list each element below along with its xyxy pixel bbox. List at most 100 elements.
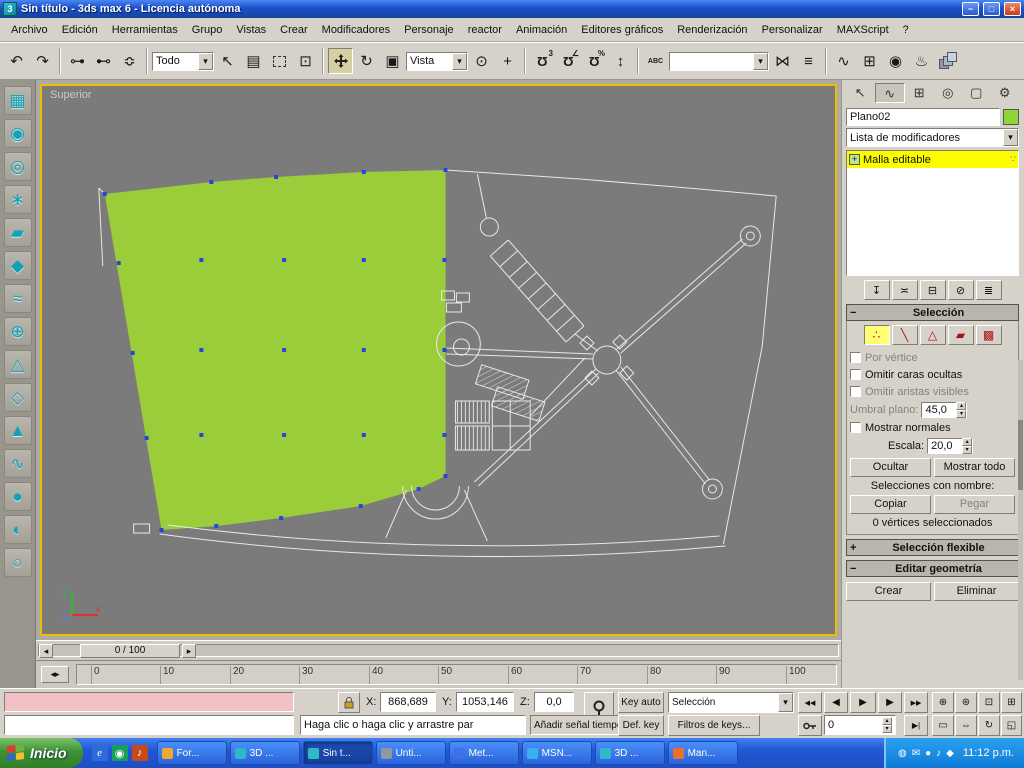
percent-snap-icon[interactable]: Ω% <box>582 48 607 74</box>
select-by-name-icon[interactable]: ▤ <box>241 48 266 74</box>
reactor-tool-icon[interactable]: ○ <box>3 548 32 577</box>
rollout-editar-geometria-header[interactable]: − Editar geometría <box>846 560 1019 577</box>
stack-item-malla-editable[interactable]: + Malla editable ∵ <box>847 151 1018 168</box>
taskbar-button[interactable]: 3D ... <box>229 741 300 765</box>
key-mode-toggle-icon[interactable] <box>798 715 822 736</box>
rollout-seleccion-flexible-header[interactable]: + Selección flexible <box>846 539 1019 556</box>
mirror-icon[interactable]: ⋈ <box>770 48 795 74</box>
chevron-down-icon[interactable]: ▾ <box>1003 129 1018 146</box>
reactor-tool-icon[interactable]: ≈ <box>3 284 32 313</box>
play-animation-icon[interactable]: ▶ <box>850 692 876 713</box>
tray-icon[interactable]: ● <box>925 748 931 759</box>
spin-down-icon[interactable]: ▾ <box>882 725 892 733</box>
named-selection-sets-icon[interactable]: ABC <box>643 48 668 74</box>
umbral-plano-field[interactable]: 45,0 ▴ ▾ <box>921 401 968 418</box>
coord-system-combo[interactable]: Vista ▾ <box>406 51 468 71</box>
taskbar-button-active[interactable]: Sin t... <box>302 741 373 765</box>
chevron-down-icon[interactable]: ▾ <box>753 52 768 70</box>
tab-modify-icon[interactable]: ∿ <box>874 83 905 103</box>
selection-lock-button[interactable] <box>338 692 360 713</box>
quicklaunch-icon[interactable]: ◉ <box>111 745 128 761</box>
viewport-label[interactable]: Superior <box>50 89 92 101</box>
zoom-extents-icon[interactable]: ⊡ <box>978 692 1000 713</box>
taskbar-button[interactable]: MSN... <box>521 741 592 765</box>
remove-modifier-icon[interactable]: ⊘ <box>947 280 974 300</box>
named-selection-combo[interactable]: ▾ <box>669 51 769 71</box>
chevron-down-icon[interactable]: ▾ <box>452 52 467 70</box>
taskbar-button[interactable]: 3D ... <box>594 741 665 765</box>
quicklaunch-ie-icon[interactable]: e <box>91 745 108 761</box>
tray-icon[interactable]: ◍ <box>898 748 907 759</box>
viewport-canvas[interactable] <box>42 86 835 634</box>
eliminar-button[interactable]: Eliminar <box>934 582 1019 601</box>
spin-up-icon[interactable]: ▴ <box>962 437 973 446</box>
tray-icon[interactable]: ◆ <box>946 748 954 759</box>
reactor-tool-icon[interactable]: ◇ <box>3 383 32 412</box>
tab-utilities-icon[interactable]: ⚙ <box>991 83 1020 103</box>
reactor-tool-icon[interactable]: ◐ <box>3 515 32 544</box>
zoom-extents-all-icon[interactable]: ⊞ <box>1001 692 1022 713</box>
reactor-tool-icon[interactable]: ◉ <box>3 119 32 148</box>
current-frame-field[interactable]: 0 ▴ ▾ <box>824 715 896 735</box>
omitir-aristas-checkbox[interactable] <box>850 386 861 397</box>
pin-stack-icon[interactable]: ↧ <box>863 280 890 300</box>
panel-scrollbar-thumb[interactable] <box>1018 420 1023 490</box>
menu-archivo[interactable]: Archivo <box>4 21 55 39</box>
crear-button[interactable]: Crear <box>846 582 931 601</box>
tab-motion-icon[interactable]: ◎ <box>934 83 963 103</box>
panel-scrollbar[interactable] <box>1018 360 1023 680</box>
tab-display-icon[interactable]: ▢ <box>962 83 991 103</box>
zoom-all-icon[interactable]: ⊛ <box>955 692 977 713</box>
spin-down-icon[interactable]: ▾ <box>962 445 973 454</box>
menu-editores-graficos[interactable]: Editores gráficos <box>574 21 670 39</box>
subobject-edge-icon[interactable]: ╲ <box>891 325 918 345</box>
expand-icon[interactable]: + <box>849 154 860 165</box>
spin-up-icon[interactable]: ▴ <box>956 401 967 410</box>
reactor-tool-icon[interactable]: ▦ <box>3 86 32 115</box>
chevron-down-icon[interactable]: ▾ <box>778 693 793 712</box>
object-color-swatch[interactable] <box>1003 109 1019 125</box>
angle-snap-icon[interactable]: Ω ∠ <box>556 48 581 74</box>
reactor-tool-icon[interactable]: ∗ <box>3 185 32 214</box>
chevron-down-icon[interactable]: ▾ <box>198 52 213 70</box>
rect-region-icon[interactable] <box>267 48 292 74</box>
maxscript-listener-field[interactable] <box>4 715 294 735</box>
menu-crear[interactable]: Crear <box>273 21 315 39</box>
modifier-list-combo[interactable]: Lista de modificadores ▾ <box>846 128 1019 147</box>
taskbar-button[interactable]: Unti... <box>375 741 446 765</box>
arc-rotate-icon[interactable]: ↻ <box>978 715 1000 736</box>
spin-up-icon[interactable]: ▴ <box>882 717 892 725</box>
menu-modificadores[interactable]: Modificadores <box>315 21 397 39</box>
window-crossing-icon[interactable]: ⊡ <box>293 48 318 74</box>
schematic-view-icon[interactable]: ⊞ <box>857 48 882 74</box>
bind-spacewarp-icon[interactable]: ≎ <box>117 48 142 74</box>
tray-icon[interactable]: ♪ <box>936 748 941 759</box>
menu-herramientas[interactable]: Herramientas <box>105 21 185 39</box>
spinner-snap-icon[interactable]: ↕ <box>608 48 633 74</box>
menu-help[interactable]: ? <box>896 21 916 39</box>
unlink-icon[interactable]: ⊷ <box>91 48 116 74</box>
tab-create-icon[interactable]: ↖ <box>846 83 875 103</box>
menu-reactor[interactable]: reactor <box>461 21 509 39</box>
reactor-tool-icon[interactable]: ◆ <box>3 251 32 280</box>
menu-maxscript[interactable]: MAXScript <box>830 21 896 39</box>
copiar-button[interactable]: Copiar <box>850 495 931 514</box>
select-object-icon[interactable]: ↖ <box>215 48 240 74</box>
mostrar-normales-checkbox[interactable] <box>850 422 861 433</box>
maximize-button[interactable]: □ <box>983 2 1000 16</box>
rotate-icon[interactable]: ↻ <box>354 48 379 74</box>
menu-personaje[interactable]: Personaje <box>397 21 461 39</box>
subobject-polygon-icon[interactable]: ▰ <box>947 325 974 345</box>
layer-stack-icon[interactable] <box>935 48 960 74</box>
manipulate-icon[interactable]: + <box>495 48 520 74</box>
move-icon[interactable] <box>328 48 353 74</box>
y-coord-field[interactable]: 1053,146 <box>456 692 514 712</box>
quicklaunch-icon[interactable]: ♪ <box>131 745 148 761</box>
zoom-region-icon[interactable]: ▭ <box>932 715 954 736</box>
tray-icon[interactable]: ✉ <box>912 748 920 759</box>
spin-down-icon[interactable]: ▾ <box>956 409 967 418</box>
mini-curve-editor-icon[interactable]: ◂▸ <box>41 666 69 683</box>
reactor-tool-icon[interactable]: ▲ <box>3 416 32 445</box>
add-time-tag[interactable]: Añadir señal tiempo <box>530 715 624 735</box>
menu-grupo[interactable]: Grupo <box>185 21 230 39</box>
